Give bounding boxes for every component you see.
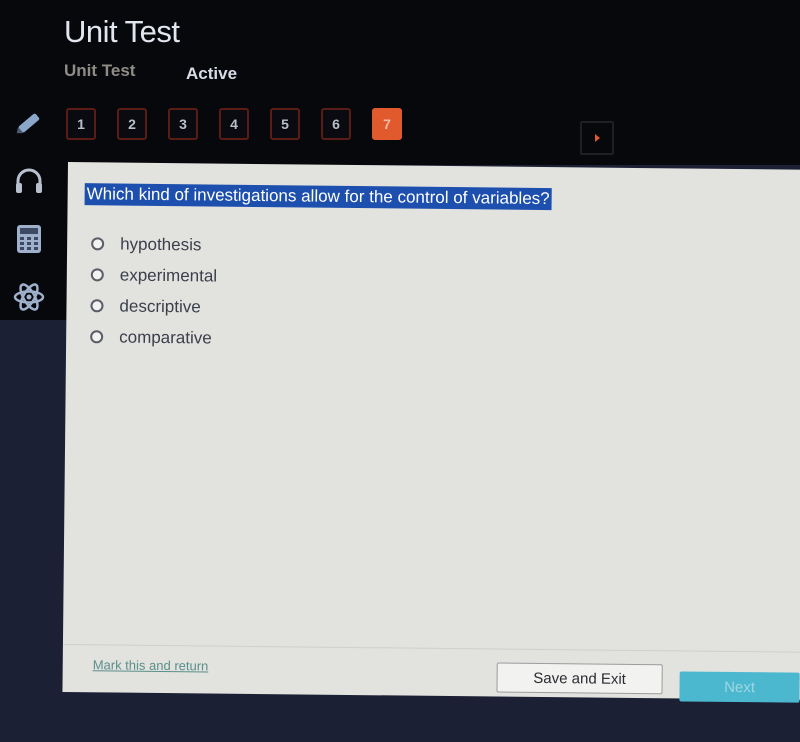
audio-tool-button[interactable] bbox=[12, 164, 46, 198]
pencil-icon bbox=[16, 113, 40, 134]
headphones-icon bbox=[16, 168, 42, 193]
mark-and-return-link[interactable]: Mark this and return bbox=[93, 657, 209, 673]
question-text: Which kind of investigations allow for t… bbox=[84, 183, 552, 211]
calculator-icon bbox=[17, 225, 41, 253]
next-question-arrow-button[interactable] bbox=[580, 121, 614, 155]
question-navigation: 1 2 3 4 5 6 7 bbox=[66, 108, 423, 140]
question-button-5[interactable]: 5 bbox=[270, 108, 300, 140]
answer-option[interactable]: descriptive bbox=[90, 290, 217, 322]
page-title: Unit Test bbox=[64, 14, 180, 49]
next-button[interactable]: Next bbox=[679, 671, 800, 703]
answer-option[interactable]: comparative bbox=[90, 321, 217, 353]
question-button-2[interactable]: 2 bbox=[117, 108, 147, 140]
radio-button[interactable] bbox=[90, 268, 104, 282]
question-panel: Which kind of investigations allow for t… bbox=[62, 162, 800, 703]
question-button-6[interactable]: 6 bbox=[321, 108, 351, 140]
footer-divider bbox=[62, 643, 800, 653]
question-button-7-current[interactable]: 7 bbox=[372, 108, 402, 140]
atom-icon bbox=[13, 283, 45, 311]
answer-option-label: hypothesis bbox=[120, 234, 202, 254]
calculator-tool-button[interactable] bbox=[12, 222, 46, 256]
radio-button[interactable] bbox=[91, 237, 105, 251]
answer-option[interactable]: hypothesis bbox=[91, 228, 218, 260]
question-button-1[interactable]: 1 bbox=[66, 108, 96, 140]
save-and-exit-button[interactable]: Save and Exit bbox=[496, 662, 663, 695]
radio-button[interactable] bbox=[90, 330, 104, 344]
activity-subtitle: Unit Test bbox=[64, 61, 136, 80]
reference-tool-button[interactable] bbox=[12, 280, 46, 314]
status-label: Active bbox=[186, 64, 238, 83]
radio-button[interactable] bbox=[90, 299, 104, 313]
question-button-3[interactable]: 3 bbox=[168, 108, 198, 140]
answer-option[interactable]: experimental bbox=[90, 259, 218, 291]
answer-option-label: descriptive bbox=[119, 296, 201, 316]
answer-option-label: experimental bbox=[119, 265, 218, 286]
answer-option-label: comparative bbox=[119, 327, 212, 348]
question-button-4[interactable]: 4 bbox=[219, 108, 249, 140]
answer-options: hypothesis experimental descriptive comp… bbox=[90, 228, 218, 353]
play-arrow-icon bbox=[594, 134, 600, 142]
pencil-tool-button[interactable] bbox=[12, 106, 46, 140]
